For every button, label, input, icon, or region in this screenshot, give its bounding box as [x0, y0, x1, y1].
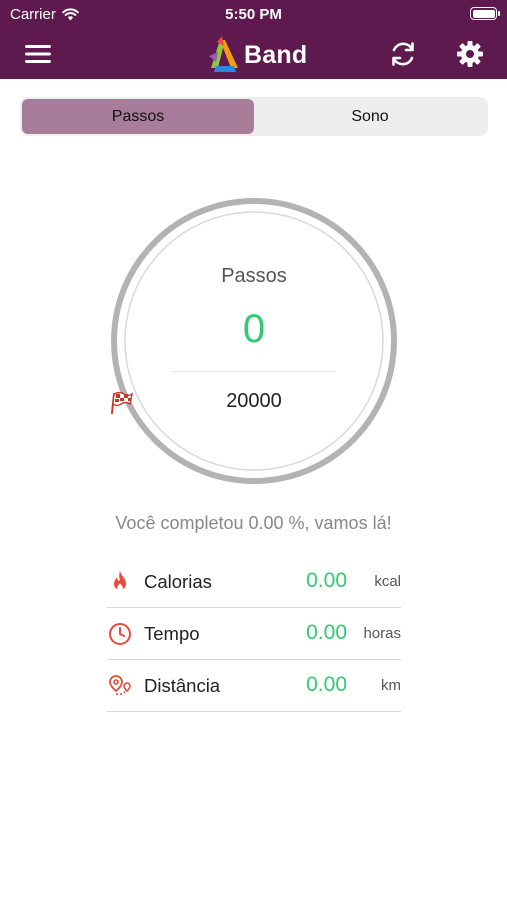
steps-goal-value: 20000: [226, 390, 282, 412]
status-bar: Carrier 5:50 PM: [0, 0, 507, 28]
stat-unit-calorias: kcal: [374, 573, 401, 590]
tab-sono[interactable]: Sono: [254, 99, 486, 134]
steps-progress-ring: Passos 0 20000: [110, 197, 398, 485]
progress-message: Você completou 0.00 %, vamos lá!: [115, 513, 392, 533]
stat-row-distancia: Distância 0.00 km: [107, 660, 401, 712]
sync-icon: [392, 42, 414, 66]
app-logo: Band: [206, 34, 307, 74]
tab-passos[interactable]: Passos: [22, 99, 254, 134]
segmented-control: Passos Sono: [20, 97, 488, 136]
clock-icon: [109, 623, 131, 645]
stat-label-tempo: Tempo: [144, 623, 200, 644]
stat-row-tempo: Tempo 0.00 horas: [107, 608, 401, 660]
steps-count: 0: [242, 307, 266, 351]
gear-icon: [457, 41, 483, 67]
ring-divider: [172, 371, 336, 372]
navigation-bar: Band: [0, 28, 507, 79]
battery-icon: [470, 7, 500, 20]
sync-button[interactable]: [385, 36, 421, 72]
stat-value-distancia: 0.00: [306, 673, 347, 696]
location-pin-icon: [109, 675, 131, 696]
stat-unit-distancia: km: [381, 677, 401, 694]
steps-goal: 20000: [110, 390, 398, 414]
stat-unit-tempo: horas: [363, 625, 401, 642]
band-logo-mark-icon: [209, 36, 238, 72]
menu-button[interactable]: [20, 36, 56, 72]
settings-button[interactable]: [452, 36, 488, 72]
stat-label-calorias: Calorias: [144, 571, 212, 592]
checkered-flag-icon: [111, 391, 134, 414]
clock-time: 5:50 PM: [225, 6, 282, 23]
hamburger-menu-icon: [25, 45, 51, 63]
flame-icon: [114, 571, 126, 591]
stat-row-calorias: Calorias 0.00 kcal: [107, 556, 401, 608]
stat-label-distancia: Distância: [144, 675, 221, 696]
stats-list: Calorias 0.00 kcal Tempo 0.00 horas Dist…: [107, 556, 401, 712]
stat-value-calorias: 0.00: [306, 569, 347, 592]
brand-name: Band: [244, 41, 308, 69]
stat-value-tempo: 0.00: [306, 621, 347, 644]
steps-title: Passos: [221, 265, 287, 287]
